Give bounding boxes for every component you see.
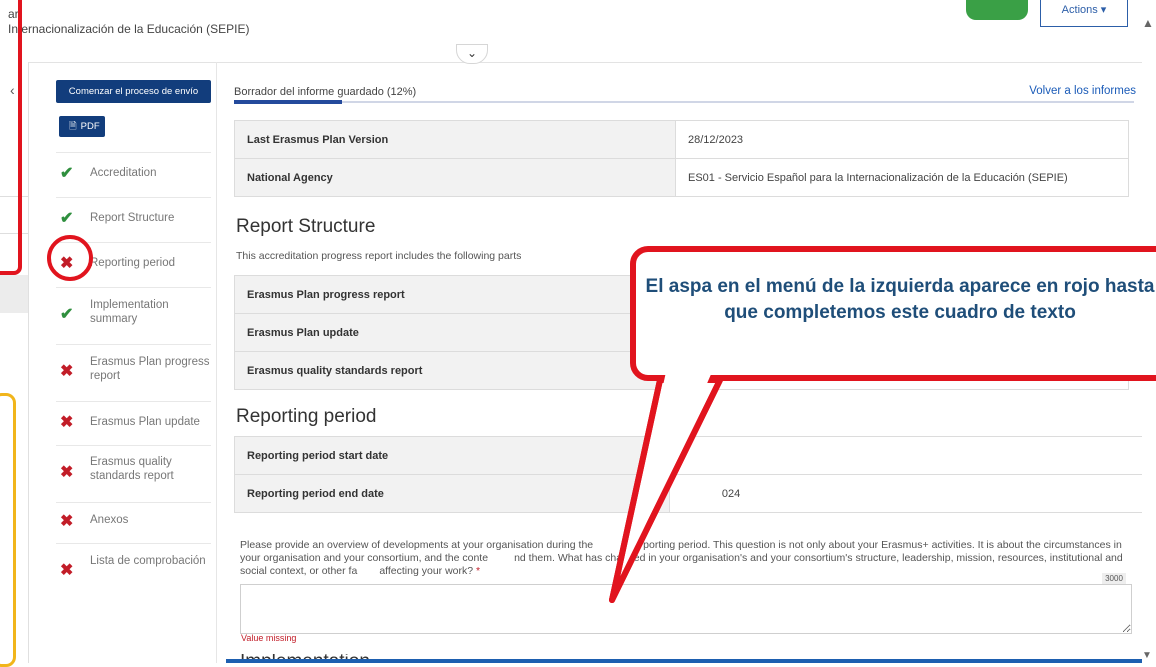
- table-row: Reporting period end date 024: [234, 474, 1156, 513]
- nav-item-label: Erasmus quality standards report: [90, 456, 174, 482]
- table-row: National Agency ES01 - Servicio Español …: [234, 158, 1129, 197]
- nav-item-label: Implementation summary: [90, 299, 169, 325]
- nav-item-label: Reporting period: [90, 257, 176, 269]
- back-to-reports-link[interactable]: Volver a los informes: [1010, 85, 1136, 97]
- header-actions-button[interactable]: Actions ▾: [1040, 0, 1128, 27]
- annotation-callout-text: El aspa en el menú de la izquierda apare…: [645, 276, 1155, 323]
- header-organisation-line2: Internacionalización de la Educación (SE…: [8, 22, 250, 36]
- table-key: Erasmus Plan progress report: [234, 275, 676, 314]
- check-icon: ✔: [60, 306, 74, 323]
- question-part: Please provide an overview of developmen…: [240, 539, 594, 551]
- overview-question-label: Please provide an overview of developmen…: [240, 539, 1130, 578]
- table-key: Erasmus Plan update: [234, 313, 676, 352]
- check-icon: ✔: [60, 165, 74, 182]
- reporting-period-title: Reporting period: [236, 406, 377, 427]
- scroll-down-arrow-icon[interactable]: ▼: [1142, 650, 1152, 661]
- pdf-button-label: PDF: [80, 121, 100, 132]
- cross-icon: ✖: [60, 363, 74, 380]
- table-value: [668, 436, 1156, 475]
- nav-item-label: Report Structure: [90, 212, 175, 224]
- nav-item-label: Erasmus Plan progress report: [90, 356, 210, 382]
- table-value: 024: [668, 474, 1156, 513]
- table-key: Erasmus quality standards report: [234, 351, 676, 390]
- draft-progress-label: Borrador del informe guardado (12%): [234, 86, 417, 98]
- nav-item-implementation-summary[interactable]: ✔ Implementation summary: [56, 287, 211, 340]
- header-submit-status-button[interactable]: [966, 0, 1028, 20]
- annotation-yellow-box: [0, 393, 16, 667]
- cross-icon: ✖: [60, 513, 74, 530]
- validation-error-text: Value missing: [241, 633, 297, 643]
- check-icon: ✔: [60, 210, 74, 227]
- table-row: Last Erasmus Plan Version 28/12/2023: [234, 120, 1129, 159]
- annotation-circle: [47, 235, 93, 281]
- cross-icon: ✖: [60, 414, 74, 431]
- strip-active-item[interactable]: [0, 275, 28, 313]
- question-part: affecting your work?: [379, 565, 474, 577]
- start-submission-button[interactable]: Comenzar el proceso de envío: [56, 80, 211, 103]
- table-value: 28/12/2023: [675, 120, 1129, 159]
- scroll-up-arrow-icon[interactable]: ▲: [1142, 16, 1154, 30]
- table-row: Reporting period start date: [234, 436, 1156, 475]
- nav-item-erasmus-plan-progress-report[interactable]: ✖ Erasmus Plan progress report: [56, 344, 211, 397]
- draft-progress-track: [234, 101, 1134, 103]
- nav-item-report-structure[interactable]: ✔ Report Structure: [56, 197, 211, 238]
- draft-progress-fill: [234, 100, 342, 104]
- cross-icon: ✖: [60, 562, 74, 579]
- table-key: Reporting period end date: [234, 474, 670, 513]
- required-marker: *: [476, 565, 481, 577]
- pdf-button[interactable]: 🗎 PDF: [59, 116, 105, 137]
- nav-item-anexos[interactable]: ✖ Anexos: [56, 502, 211, 539]
- report-structure-description: This accreditation progress report inclu…: [236, 250, 522, 262]
- nav-item-label: Lista de comprobación: [90, 555, 206, 567]
- reporting-period-table: Reporting period start date Reporting pe…: [234, 436, 1156, 513]
- character-limit-badge: 3000: [1102, 573, 1126, 584]
- table-key: National Agency: [234, 158, 676, 197]
- nav-item-lista-de-comprobacion[interactable]: ✖ Lista de comprobación: [56, 543, 211, 596]
- table-key: Last Erasmus Plan Version: [234, 120, 676, 159]
- annotation-highlight-box: [0, 0, 22, 275]
- overview-answer-textarea[interactable]: [240, 584, 1132, 634]
- cross-icon: ✖: [60, 464, 74, 481]
- table-key: Reporting period start date: [234, 436, 670, 475]
- nav-item-erasmus-quality-standards-report[interactable]: ✖ Erasmus quality standards report: [56, 445, 211, 498]
- bottom-accent-bar: [226, 659, 1142, 663]
- nav-item-label: Anexos: [90, 514, 129, 526]
- nav-item-accreditation[interactable]: ✔ Accreditation: [56, 152, 211, 193]
- report-structure-title: Report Structure: [236, 216, 376, 237]
- nav-item-label: Accreditation: [90, 167, 157, 179]
- table-value: ES01 - Servicio Español para la Internac…: [675, 158, 1129, 197]
- accreditation-table: Last Erasmus Plan Version 28/12/2023 Nat…: [234, 120, 1129, 197]
- pdf-document-icon: 🗎: [69, 121, 77, 132]
- nav-item-label: Erasmus Plan update: [90, 416, 200, 428]
- nav-item-erasmus-plan-update[interactable]: ✖ Erasmus Plan update: [56, 401, 211, 442]
